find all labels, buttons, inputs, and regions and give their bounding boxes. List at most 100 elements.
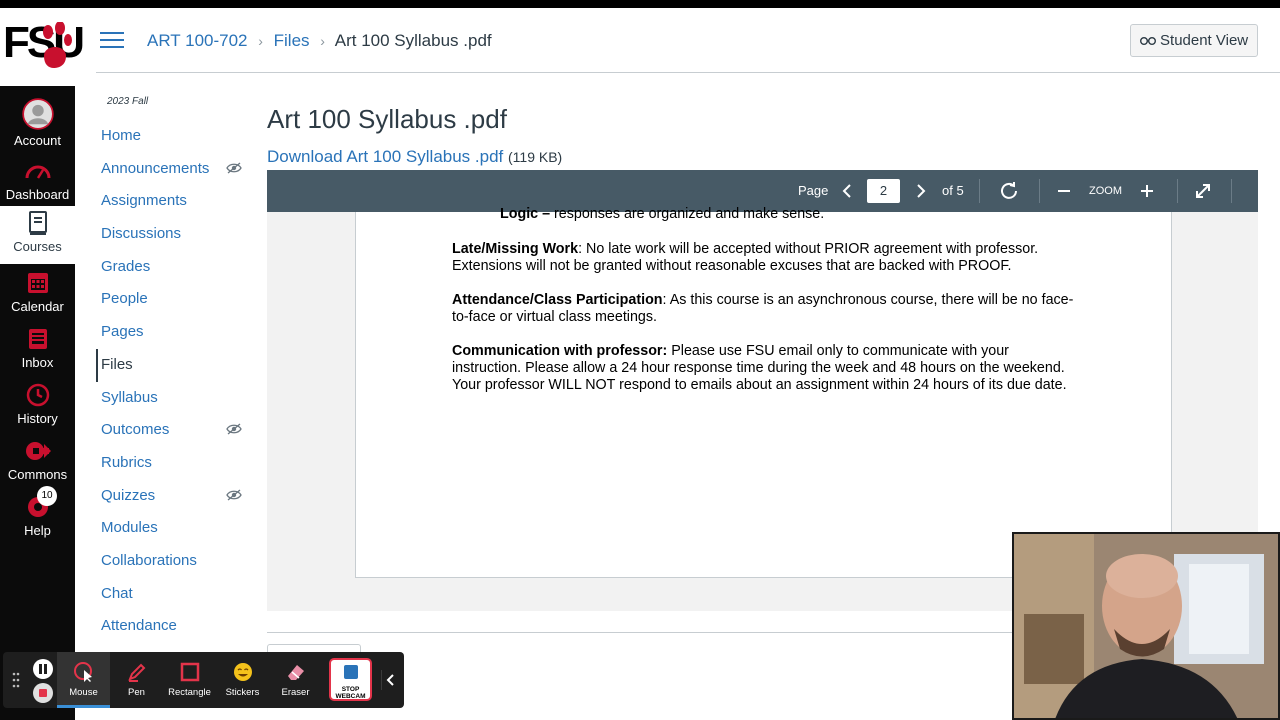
hamburger-menu-icon[interactable]: [100, 32, 124, 50]
pdf-logic-line: Logic – responses are organized and make…: [500, 206, 1130, 223]
course-nav-announcements[interactable]: Announcements: [96, 153, 256, 186]
tool-label: Eraser: [281, 687, 310, 698]
tool-mouse[interactable]: Mouse: [57, 652, 110, 708]
webcam-label: STOP: [341, 686, 360, 693]
account-avatar-icon: [21, 98, 54, 130]
course-nav-label: Rubrics: [101, 453, 152, 471]
global-nav-history[interactable]: History: [0, 382, 75, 438]
download-link[interactable]: Download Art 100 Syllabus .pdf: [267, 147, 503, 166]
pdf-late-work: Late/Missing Work: No late work will be …: [452, 241, 1082, 275]
global-nav-help[interactable]: 10 Help: [0, 486, 75, 550]
course-nav-label: Assignments: [101, 192, 187, 210]
course-nav-attendance[interactable]: Attendance: [96, 610, 256, 643]
global-nav-label: Courses: [13, 239, 62, 254]
pen-icon: [127, 663, 145, 682]
pdf-attendance: Attendance/Class Participation: As this …: [452, 292, 1082, 326]
pdf-bold-text: Communication with professor:: [452, 343, 668, 359]
tool-eraser[interactable]: Eraser: [269, 652, 322, 708]
webcam-video: [1012, 532, 1280, 720]
global-nav-label: History: [17, 411, 58, 426]
eraser-icon: [287, 665, 304, 680]
course-nav-label: Files: [101, 355, 133, 373]
courses-icon: [28, 211, 47, 235]
hidden-eye-icon: [226, 423, 242, 435]
course-nav-people[interactable]: People: [96, 283, 256, 316]
pdf-communication: Communication with professor: Please use…: [452, 343, 1082, 394]
page-count: of 5: [942, 183, 964, 198]
chevron-right-icon: ›: [258, 33, 263, 49]
course-nav-label: Discussions: [101, 225, 182, 243]
course-nav-label: Announcements: [101, 159, 210, 177]
toolbar-divider: [1177, 179, 1178, 203]
header-divider: [96, 72, 1280, 73]
course-nav-label: Syllabus: [101, 388, 158, 406]
stop-record-icon[interactable]: [33, 683, 53, 703]
stop-webcam-button[interactable]: STOP WEBCAM: [329, 658, 372, 701]
course-nav-label: Attendance: [101, 617, 177, 635]
global-nav-commons[interactable]: Commons: [0, 438, 75, 494]
breadcrumb-files[interactable]: Files: [274, 31, 310, 50]
chevron-right-icon: ›: [320, 33, 325, 49]
course-nav-chat[interactable]: Chat: [96, 578, 256, 611]
drag-handle-icon[interactable]: [12, 672, 20, 688]
course-nav-grades[interactable]: Grades: [96, 251, 256, 284]
pause-icon[interactable]: [33, 659, 53, 679]
course-nav-modules[interactable]: Modules: [96, 512, 256, 545]
sticker-icon: [233, 663, 252, 681]
global-nav-account[interactable]: Account: [0, 94, 75, 150]
toolbar-divider: [979, 179, 980, 203]
global-nav-courses[interactable]: Courses: [0, 206, 75, 264]
course-nav-label: Quizzes: [101, 486, 156, 504]
pdf-bold-text: Logic –: [500, 206, 551, 222]
chevron-left-icon[interactable]: [837, 181, 857, 201]
breadcrumb: ART 100-702 › Files › Art 100 Syllabus .…: [147, 31, 492, 51]
fsu-logo[interactable]: FSU: [0, 8, 85, 86]
tool-pen[interactable]: Pen: [110, 652, 163, 708]
global-nav-label: Account: [14, 133, 61, 148]
course-nav-collaborations[interactable]: Collaborations: [96, 545, 256, 578]
rectangle-icon: [180, 662, 199, 682]
global-nav-inbox[interactable]: Inbox: [0, 326, 75, 382]
course-nav-label: Grades: [101, 257, 151, 275]
help-badge: 10: [37, 486, 57, 506]
pdf-bold-text: Attendance/Class Participation: [452, 292, 663, 308]
tool-label: Rectangle: [168, 687, 211, 698]
hidden-eye-icon: [226, 162, 242, 174]
toolbar-divider: [1231, 179, 1232, 203]
collapse-chevron-icon[interactable]: [381, 670, 399, 690]
student-view-button[interactable]: Student View: [1130, 24, 1258, 57]
course-nav-syllabus[interactable]: Syllabus: [96, 382, 256, 415]
course-nav-rubrics[interactable]: Rubrics: [96, 447, 256, 480]
course-nav-files[interactable]: Files: [96, 348, 256, 382]
course-nav-quizzes[interactable]: Quizzes: [96, 480, 256, 513]
page-number-input[interactable]: 2: [867, 179, 900, 203]
course-nav: Home Announcements Assignments Discussio…: [96, 120, 256, 643]
global-nav: FSU Account Dashboard Courses Calendar I…: [0, 8, 85, 720]
mouse-pointer-icon: [73, 662, 92, 682]
tool-stickers[interactable]: Stickers: [216, 652, 269, 708]
course-nav-pages[interactable]: Pages: [96, 316, 256, 349]
zoom-out-icon[interactable]: [1054, 181, 1074, 201]
webcam-feed-image: [1014, 534, 1278, 718]
global-nav-calendar[interactable]: Calendar: [0, 270, 75, 326]
course-nav-discussions[interactable]: Discussions: [96, 218, 256, 251]
course-nav-assignments[interactable]: Assignments: [96, 185, 256, 218]
tool-rectangle[interactable]: Rectangle: [163, 652, 216, 708]
breadcrumb-course[interactable]: ART 100-702: [147, 31, 248, 50]
tool-label: Pen: [128, 687, 145, 698]
zoom-label: ZOOM: [1089, 185, 1122, 197]
course-nav-home[interactable]: Home: [96, 120, 256, 153]
global-nav-label: Help: [24, 523, 51, 538]
course-nav-label: Chat: [101, 584, 133, 602]
course-term: 2023 Fall: [107, 96, 149, 107]
chevron-right-icon[interactable]: [911, 181, 931, 201]
tool-label: Stickers: [225, 687, 260, 698]
paw-print-icon: [43, 22, 72, 68]
course-nav-label: Modules: [101, 519, 158, 537]
commons-icon: [25, 442, 51, 460]
zoom-in-icon[interactable]: [1137, 181, 1157, 201]
fullscreen-icon[interactable]: [1193, 181, 1213, 201]
toolbar-divider: [1039, 179, 1040, 203]
rotate-icon[interactable]: [999, 181, 1019, 201]
course-nav-outcomes[interactable]: Outcomes: [96, 414, 256, 447]
